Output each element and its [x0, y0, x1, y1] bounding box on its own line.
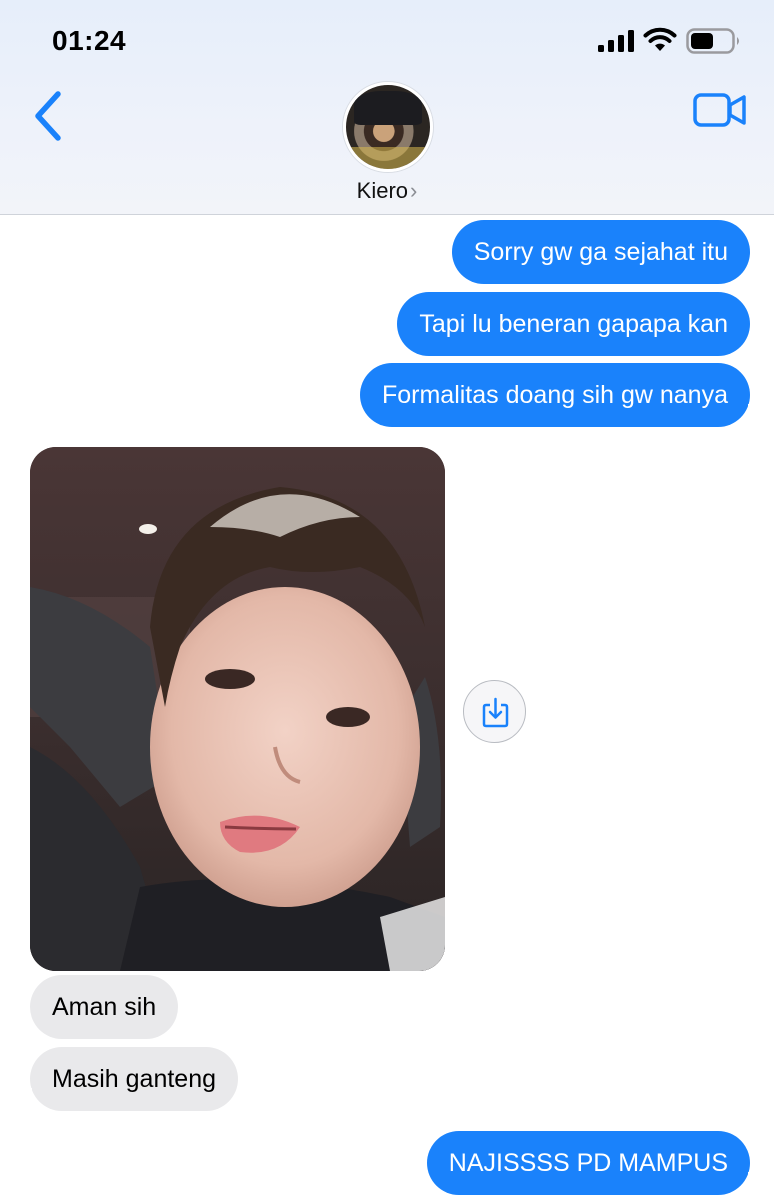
battery-icon [686, 28, 739, 54]
incoming-message-bubble[interactable]: Aman sih [30, 975, 179, 1039]
contact-name: Kiero [356, 178, 409, 203]
outgoing-message-bubble[interactable]: NAJISSSS PD MAMPUS [426, 1131, 765, 1196]
video-call-icon[interactable] [692, 90, 748, 130]
back-chevron-icon[interactable] [28, 88, 68, 144]
conversation-header: 01:24 Kiero› [0, 0, 774, 215]
outgoing-message-bubble[interactable]: Tapi lu beneran gapapa kan [397, 292, 750, 356]
outgoing-message-bubble[interactable]: Sorry gw ga sejahat itu [451, 220, 750, 284]
download-icon [482, 697, 509, 728]
save-photo-button[interactable] [463, 680, 526, 743]
outgoing-message-bubble[interactable]: Formalitas doang sih gw nanya [359, 363, 765, 428]
incoming-photo-attachment[interactable] [30, 447, 445, 971]
cellular-signal-icon [598, 30, 634, 52]
chevron-right-icon: › [410, 178, 418, 203]
status-time: 01:24 [52, 25, 127, 56]
incoming-message-bubble[interactable]: Masih ganteng [15, 1047, 239, 1112]
contact-name-button[interactable]: Kiero› [0, 178, 774, 204]
contact-avatar[interactable] [343, 82, 433, 172]
wifi-icon [643, 27, 677, 51]
